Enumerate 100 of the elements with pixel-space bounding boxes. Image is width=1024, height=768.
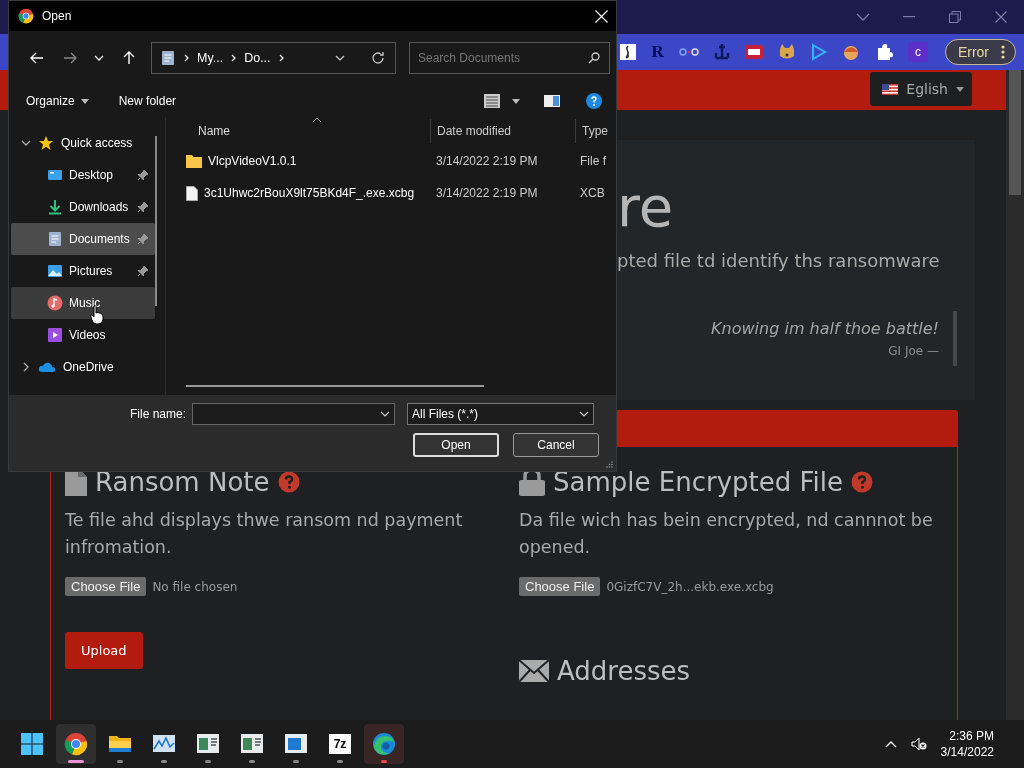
date-cell-text: 3/14/2022 2:19 PM xyxy=(435,186,539,200)
video-icon xyxy=(47,327,63,343)
preview-pane-icon[interactable] xyxy=(544,95,560,107)
browser-logo-icon xyxy=(18,8,34,24)
refresh-icon[interactable] xyxy=(371,51,385,65)
nav-item[interactable]: Pictures xyxy=(11,255,155,287)
quote-source: GI Joe — xyxy=(887,344,939,358)
type-cell-text: XCB xyxy=(579,186,605,200)
file-name-field[interactable] xyxy=(192,403,395,425)
document-icon xyxy=(160,50,176,66)
nav-item[interactable]: Desktop xyxy=(11,159,155,191)
envelope-icon xyxy=(519,660,549,682)
file-name-label: File name: xyxy=(128,407,187,421)
help-icon[interactable] xyxy=(586,93,602,109)
quote-text: Knowing im half thoe battle! xyxy=(711,319,939,338)
file-status: No file chosen xyxy=(152,579,238,594)
scrollbar-thumb[interactable] xyxy=(1009,70,1021,195)
open-button[interactable]: Open xyxy=(413,433,499,457)
helmet-icon[interactable] xyxy=(841,43,860,61)
kebab-menu-icon[interactable] xyxy=(1001,45,1005,59)
profile-avatar[interactable]: c xyxy=(907,42,928,62)
section-title: Addresses xyxy=(557,656,691,686)
chevron-down-icon[interactable] xyxy=(335,55,345,61)
tab-search-icon[interactable] xyxy=(856,12,870,22)
up-arrow-icon[interactable] xyxy=(122,51,135,65)
hand-cursor-icon xyxy=(90,305,104,325)
nav-item[interactable]: Videos xyxy=(11,319,155,351)
taskbar-app[interactable] xyxy=(364,724,404,764)
scrollbar-thumb[interactable] xyxy=(155,136,157,306)
music-icon xyxy=(47,295,63,311)
file-name[interactable]: VlcpVideoV1.0.1 xyxy=(208,154,297,168)
flag-icon xyxy=(882,83,899,95)
scrollbar-thumb[interactable] xyxy=(186,385,484,387)
speaker-muted-icon[interactable] xyxy=(910,737,927,751)
download-icon xyxy=(47,199,63,215)
choose-file-button[interactable]: Choose File xyxy=(519,577,601,596)
section-description: Da file wich has bein encrypted, nd cannnot be opened. xyxy=(519,509,934,559)
minimize-icon[interactable] xyxy=(903,16,915,18)
search-icon[interactable] xyxy=(588,52,600,64)
desktop-icon xyxy=(47,167,63,183)
resize-grip-icon[interactable] xyxy=(606,461,613,468)
breadcrumb-separator-icon xyxy=(278,54,284,62)
address-bar[interactable]: My... Do... xyxy=(151,42,396,74)
taskbar-app[interactable]: 7z xyxy=(320,724,360,764)
breadcrumb-separator-icon xyxy=(184,54,189,62)
chevron-up-icon[interactable] xyxy=(884,740,897,748)
new-folder-button[interactable]: New folder xyxy=(118,94,177,108)
file-name[interactable]: 3c1Uhwc2rBouX9lt75BKd4F_.exe.xcbg xyxy=(204,186,415,200)
star-icon xyxy=(38,135,54,151)
section-description: Te file ahd displays thwe ransom nd payment infromation. xyxy=(65,509,464,559)
dots-icon[interactable] xyxy=(678,47,699,57)
breadcrumb[interactable]: My... xyxy=(197,51,224,65)
picture-icon xyxy=(47,263,63,279)
file-type-dropdown[interactable]: All Files (*.*) xyxy=(407,403,594,425)
caret-icon xyxy=(80,98,89,104)
type-cell-text: File f xyxy=(579,154,606,168)
file-status: 0GizfC7V_2h...ekb.exe.xcbg xyxy=(606,579,774,594)
document-icon xyxy=(47,231,63,247)
file-icon xyxy=(186,185,198,201)
column-header[interactable]: Date modified xyxy=(431,117,575,145)
page-title: re xyxy=(617,173,675,241)
organize-menu[interactable]: Organize xyxy=(26,94,89,108)
app-window-icon xyxy=(240,732,264,756)
cassette-icon[interactable] xyxy=(744,45,763,59)
app-window-icon xyxy=(196,732,220,756)
browser-logo-icon xyxy=(64,732,88,756)
taskbar-app[interactable] xyxy=(56,724,96,764)
chevron-icon[interactable] xyxy=(21,138,31,148)
nav-item[interactable]: Downloads xyxy=(11,191,155,223)
nav-item[interactable]: Music xyxy=(11,287,155,319)
upload-button[interactable]: Upload xyxy=(65,632,143,669)
folder-icon xyxy=(186,154,202,168)
nav-item[interactable]: OneDrive xyxy=(11,351,155,383)
breadcrumb[interactable]: Do... xyxy=(244,51,271,65)
chevron-down-icon xyxy=(579,411,589,417)
edge-logo-icon xyxy=(372,732,396,756)
nav-item[interactable]: Quick access xyxy=(11,127,155,159)
restore-icon[interactable] xyxy=(949,11,961,23)
dialog-title: Open xyxy=(42,9,72,23)
chevron-icon[interactable] xyxy=(21,362,31,372)
column-header[interactable]: Name xyxy=(166,117,430,145)
column-header[interactable]: Type xyxy=(576,117,608,145)
caret-icon[interactable] xyxy=(512,98,520,104)
profile-error-button[interactable]: Error xyxy=(944,39,1016,65)
date-cell-text: 3/14/2022 2:19 PM xyxy=(435,154,539,168)
nav-item[interactable]: Documents xyxy=(11,223,155,255)
chevron-down-icon[interactable] xyxy=(380,411,390,417)
cancel-button[interactable]: Cancel xyxy=(513,433,599,457)
forward-arrow-icon[interactable] xyxy=(62,52,77,64)
clock[interactable]: 2:36 PM 3/14/2022 xyxy=(940,728,994,760)
search-field[interactable]: Search Documents xyxy=(409,42,610,74)
caret-icon xyxy=(956,86,964,92)
play-icon[interactable] xyxy=(810,43,827,61)
breadcrumb-separator-icon xyxy=(231,54,237,62)
section-title: Sample Encrypted File xyxy=(553,467,843,497)
language-dropdown[interactable]: Eglish xyxy=(870,72,972,106)
app-window-icon xyxy=(284,732,308,756)
back-arrow-icon[interactable] xyxy=(29,52,44,64)
choose-file-button[interactable]: Choose File xyxy=(65,577,147,596)
page-subtitle: pted file td identify ths ransomware xyxy=(617,250,941,271)
